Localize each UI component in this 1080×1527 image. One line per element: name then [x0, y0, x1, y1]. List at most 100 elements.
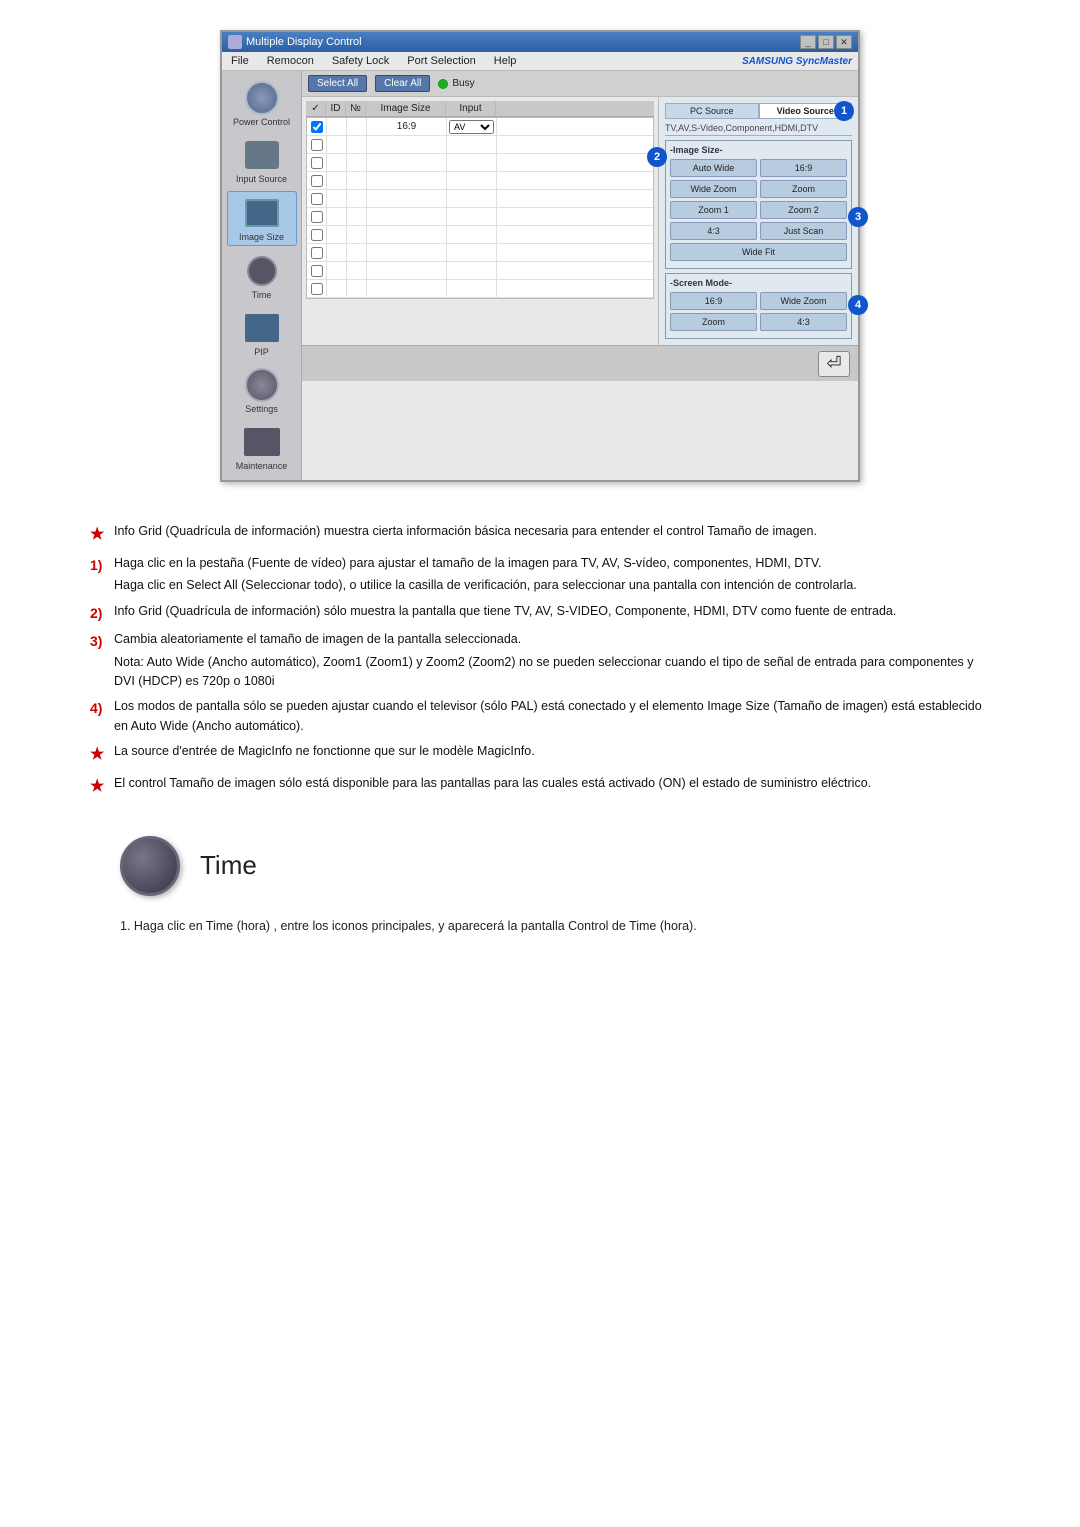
sidebar-item-input[interactable]: Input Source: [227, 134, 297, 187]
row-checkbox[interactable]: [311, 265, 323, 277]
sidebar-label-imagesize: Image Size: [239, 232, 284, 242]
time-section-title: Time: [200, 850, 257, 881]
input-select[interactable]: AV: [449, 120, 494, 134]
maintenance-icon: [242, 424, 282, 460]
row-checkbox[interactable]: [311, 283, 323, 295]
wide-fit-button[interactable]: Wide Fit: [670, 243, 847, 261]
menu-port-selection[interactable]: Port Selection: [404, 54, 478, 68]
busy-label: Busy: [452, 78, 474, 89]
page-container: Multiple Display Control _ □ ✕ File Remo…: [0, 0, 1080, 986]
row-checkbox[interactable]: [311, 229, 323, 241]
sidebar-label-power: Power Control: [233, 117, 290, 127]
row-checkbox[interactable]: [311, 139, 323, 151]
sidebar-label-maintenance: Maintenance: [236, 461, 288, 471]
screen-mode-section: -Screen Mode- 16:9 Wide Zoom Zoom 4:3: [665, 273, 852, 339]
table-row: 16:9 AV: [307, 118, 653, 136]
zoom2-button[interactable]: Zoom 2: [760, 201, 847, 219]
row-checkbox[interactable]: [311, 211, 323, 223]
screen-mode-16-9[interactable]: 16:9: [670, 292, 757, 310]
btn-16-9[interactable]: 16:9: [760, 159, 847, 177]
window-title-area: Multiple Display Control: [228, 35, 362, 49]
just-scan-button[interactable]: Just Scan: [760, 222, 847, 240]
annotation-star-3: ★ El control Tamaño de imagen sólo está …: [90, 774, 990, 800]
menu-items: File Remocon Safety Lock Port Selection …: [228, 54, 519, 68]
badge-4: 4: [848, 295, 868, 315]
window-body: Power Control Input Source Image Size: [222, 71, 858, 480]
row-checkbox[interactable]: [311, 121, 323, 133]
table-row: [307, 190, 653, 208]
row-checkbox[interactable]: [311, 175, 323, 187]
table-row: [307, 208, 653, 226]
annotation-1: 1) Haga clic en la pestaña (Fuente de ví…: [90, 554, 990, 596]
toolbar: Select All Clear All Busy: [302, 71, 858, 97]
annotation-text-1: Haga clic en la pestaña (Fuente de vídeo…: [114, 554, 990, 596]
source-tabs: PC Source Video Source: [665, 103, 852, 119]
window-titlebar: Multiple Display Control _ □ ✕: [222, 32, 858, 52]
select-all-button[interactable]: Select All: [308, 75, 367, 92]
window-screenshot: Multiple Display Control _ □ ✕ File Remo…: [220, 30, 860, 482]
table-row: [307, 136, 653, 154]
window-title: Multiple Display Control: [246, 36, 362, 48]
close-button[interactable]: ✕: [836, 35, 852, 49]
menu-safety-lock[interactable]: Safety Lock: [329, 54, 392, 68]
minimize-button[interactable]: _: [800, 35, 816, 49]
row-checkbox[interactable]: [311, 157, 323, 169]
sidebar-item-power[interactable]: Power Control: [227, 77, 297, 130]
row-checkbox[interactable]: [311, 193, 323, 205]
time-icon: [242, 253, 282, 289]
zoom-button[interactable]: Zoom: [760, 180, 847, 198]
menu-file[interactable]: File: [228, 54, 252, 68]
annotation-text-star-3: El control Tamaño de imagen sólo está di…: [114, 774, 990, 793]
maximize-button[interactable]: □: [818, 35, 834, 49]
table-row: [307, 226, 653, 244]
screen-mode-4-3[interactable]: 4:3: [760, 313, 847, 331]
row-checkbox-cell: [307, 118, 327, 135]
sidebar-item-settings[interactable]: Settings: [227, 364, 297, 417]
image-size-section: -Image Size- Auto Wide 16:9 Wide Zoom Zo…: [665, 140, 852, 269]
busy-indicator: Busy: [438, 78, 474, 89]
sidebar-label-pip: PIP: [254, 347, 269, 357]
annotation-star-2: ★ La source d'entrée de MagicInfo ne fon…: [90, 742, 990, 768]
busy-dot: [438, 79, 448, 89]
wide-zoom-button[interactable]: Wide Zoom: [670, 180, 757, 198]
zoom1-button[interactable]: Zoom 1: [670, 201, 757, 219]
power-icon: [242, 80, 282, 116]
btn-4-3[interactable]: 4:3: [670, 222, 757, 240]
screen-mode-zoom[interactable]: Zoom: [670, 313, 757, 331]
table-row: [307, 262, 653, 280]
sidebar-item-maintenance[interactable]: Maintenance: [227, 421, 297, 474]
annotation-text-2: Info Grid (Quadrícula de información) só…: [114, 602, 990, 621]
col-header-num: №: [346, 101, 366, 116]
sidebar-item-pip[interactable]: PIP: [227, 307, 297, 360]
input-source-icon: [242, 137, 282, 173]
time-icon-large: [120, 836, 180, 896]
annotation-text-4: Los modos de pantalla sólo se pueden aju…: [114, 697, 990, 736]
menu-help[interactable]: Help: [491, 54, 520, 68]
sidebar-label-settings: Settings: [245, 404, 278, 414]
col-header-imagesize: Image Size: [366, 101, 446, 116]
sidebar-label-time: Time: [252, 290, 272, 300]
number-marker-1: 1): [90, 555, 114, 577]
auto-wide-button[interactable]: Auto Wide: [670, 159, 757, 177]
menu-remocon[interactable]: Remocon: [264, 54, 317, 68]
apply-button[interactable]: ⏎: [818, 351, 850, 377]
grid-header: ✓ ID № Image Size Input: [306, 101, 654, 117]
image-size-title: -Image Size-: [670, 145, 847, 155]
window-app-icon: [228, 35, 242, 49]
grid-rows: 16:9 AV: [306, 117, 654, 299]
screen-mode-wide-zoom[interactable]: Wide Zoom: [760, 292, 847, 310]
pc-source-tab[interactable]: PC Source: [665, 103, 759, 119]
sidebar-label-input: Input Source: [236, 174, 287, 184]
clear-all-button[interactable]: Clear All: [375, 75, 430, 92]
screen-mode-buttons: 16:9 Wide Zoom Zoom 4:3: [670, 292, 847, 331]
row-num: [347, 118, 367, 135]
sidebar-item-time[interactable]: Time: [227, 250, 297, 303]
row-input: AV: [447, 118, 497, 135]
sidebar-item-imagesize[interactable]: Image Size: [227, 191, 297, 246]
row-checkbox[interactable]: [311, 247, 323, 259]
number-marker-2: 2): [90, 603, 114, 625]
annotation-2: 2) Info Grid (Quadrícula de información)…: [90, 602, 990, 625]
time-section: Time: [60, 806, 1020, 916]
badge-3: 3: [848, 207, 868, 227]
annotation-text-star-1: Info Grid (Quadrícula de información) mu…: [114, 522, 990, 541]
